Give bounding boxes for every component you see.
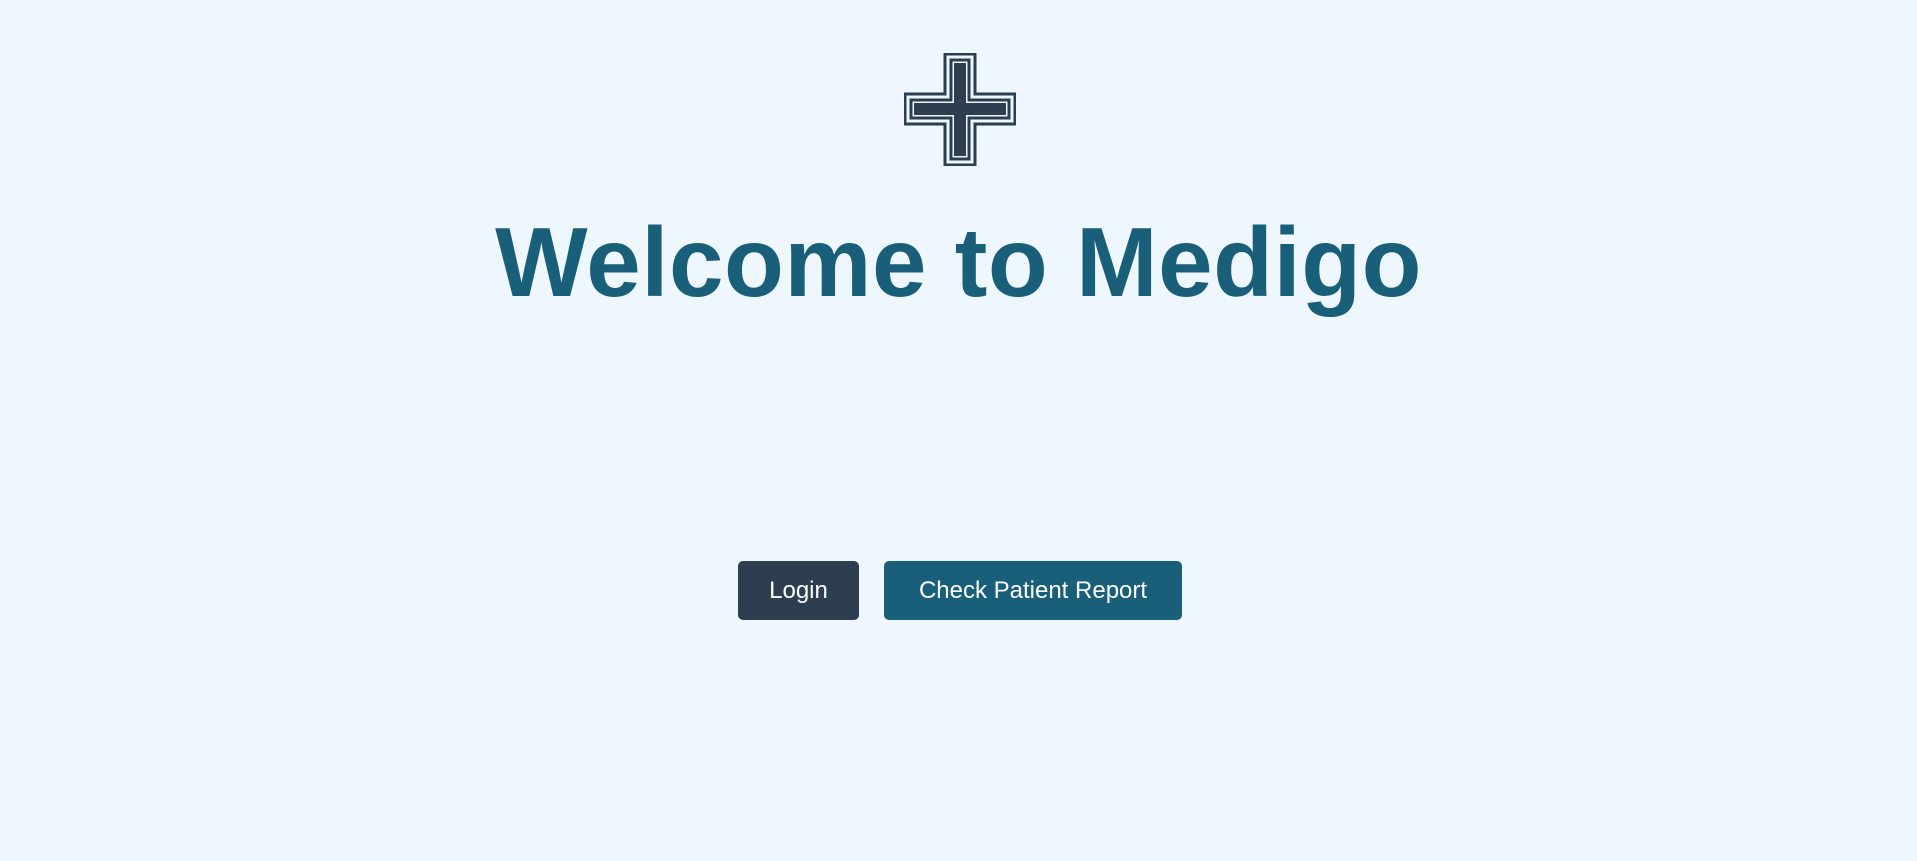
medical-cross-icon: [903, 52, 1017, 167]
page-title: Welcome to Medigo: [495, 207, 1422, 317]
check-patient-report-button[interactable]: Check Patient Report: [884, 561, 1182, 620]
login-button[interactable]: Login: [738, 561, 859, 620]
welcome-page: Welcome to Medigo Login Check Patient Re…: [0, 0, 1917, 861]
